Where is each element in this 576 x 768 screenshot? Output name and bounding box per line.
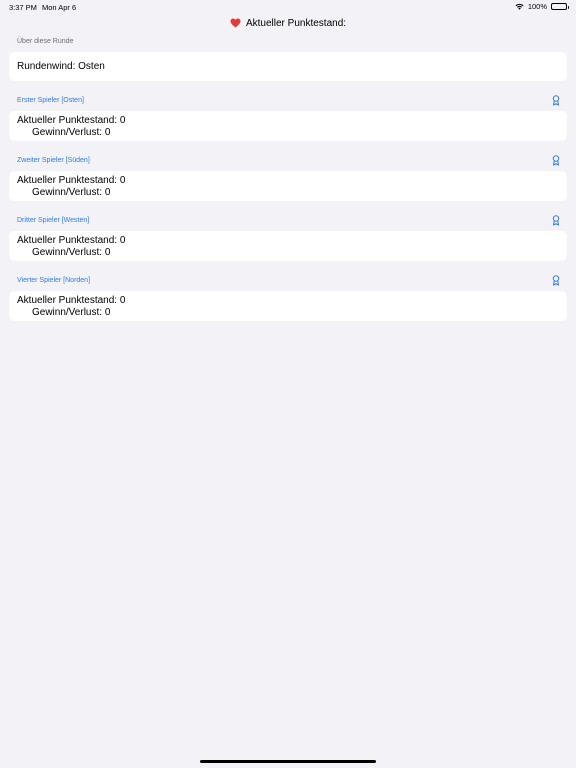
player-1-score: Aktueller Punktestand: 0 — [17, 115, 126, 126]
player-3-score: Aktueller Punktestand: 0 — [17, 235, 126, 246]
player-4-card: Aktueller Punktestand: 0 Gewinn/Verlust:… — [9, 291, 567, 321]
ribbon-icon[interactable] — [552, 215, 560, 226]
ribbon-icon[interactable] — [552, 155, 560, 166]
heart-icon — [230, 18, 241, 28]
player-4-gain: Gewinn/Verlust: 0 — [32, 306, 111, 318]
player-2-gain: Gewinn/Verlust: 0 — [32, 186, 111, 198]
player-3-header: Dritter Spieler [Westen] — [9, 215, 567, 231]
page-title: Aktueller Punktestand: — [245, 17, 347, 29]
status-time: 3:37 PM — [9, 3, 37, 12]
player-4-score: Aktueller Punktestand: 0 — [17, 295, 126, 306]
player-3-header-label: Dritter Spieler [Westen] — [17, 217, 90, 224]
ribbon-icon[interactable] — [552, 275, 560, 286]
player-3-card: Aktueller Punktestand: 0 Gewinn/Verlust:… — [9, 231, 567, 261]
player-2-header-label: Zweiter Spieler [Süden] — [17, 157, 90, 164]
status-date: Mon Apr 6 — [42, 3, 77, 12]
status-bar: 3:37 PM Mon Apr 6 100% — [0, 0, 576, 14]
player-3-gain: Gewinn/Verlust: 0 — [32, 246, 111, 258]
battery-icon — [551, 3, 569, 10]
player-2-header: Zweiter Spieler [Süden] — [9, 155, 567, 171]
ribbon-icon[interactable] — [552, 95, 560, 106]
round-wind-label: Rundenwind: Osten — [17, 61, 105, 72]
player-4-header-label: Vierter Spieler [Norden] — [17, 277, 91, 284]
home-indicator[interactable] — [200, 760, 376, 763]
player-2-score: Aktueller Punktestand: 0 — [17, 175, 126, 186]
player-1-gain: Gewinn/Verlust: 0 — [32, 126, 111, 138]
round-wind-card: Rundenwind: Osten — [9, 52, 567, 81]
status-right: 100% — [515, 2, 569, 11]
player-1-card: Aktueller Punktestand: 0 Gewinn/Verlust:… — [9, 111, 567, 141]
player-2-card: Aktueller Punktestand: 0 Gewinn/Verlust:… — [9, 171, 567, 201]
player-1-header-label: Erster Spieler [Osten] — [17, 97, 84, 104]
battery-percent: 100% — [527, 2, 547, 11]
main-content: Über diese Runde Rundenwind: Osten Erste… — [9, 36, 567, 321]
player-4-header: Vierter Spieler [Norden] — [9, 275, 567, 291]
wifi-icon — [515, 3, 524, 10]
nav-bar: Aktueller Punktestand: — [0, 14, 576, 32]
player-1-header: Erster Spieler [Osten] — [9, 95, 567, 111]
round-section-header: Über diese Runde — [17, 38, 74, 45]
